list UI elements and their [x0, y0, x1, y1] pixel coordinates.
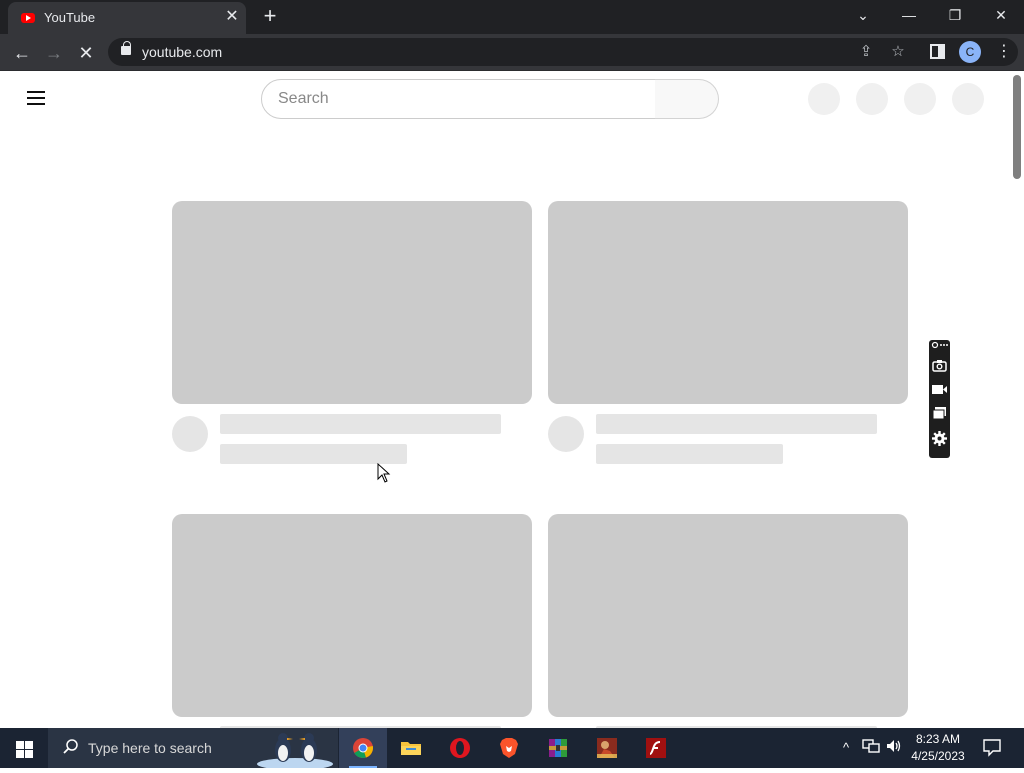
url-text[interactable]: youtube.com: [142, 44, 222, 60]
restore-button[interactable]: ❐: [932, 0, 978, 30]
forward-button[interactable]: →: [40, 39, 68, 67]
channel-avatar-skeleton: [548, 416, 584, 452]
windows-start-button[interactable]: [0, 728, 48, 768]
topbar-placeholder-icon: [904, 83, 936, 115]
taskbar-file-explorer[interactable]: [387, 728, 435, 768]
flash-icon: [646, 738, 666, 758]
windows-icon[interactable]: [931, 405, 948, 422]
minimize-button[interactable]: —: [886, 0, 932, 30]
brave-lion-icon: [500, 738, 518, 758]
bookmark-star-icon[interactable]: ☆: [887, 41, 909, 63]
tab-close-icon[interactable]: ✕: [222, 7, 242, 27]
capture-extension-toolbar: [929, 340, 950, 458]
browser-toolbar: ← → ✕ youtube.com ⇪ ☆: [0, 34, 1024, 71]
show-hidden-icons-chevron[interactable]: ^: [836, 738, 856, 758]
taskbar-search-placeholder[interactable]: Type here to search: [88, 740, 212, 756]
game-app-icon: [597, 738, 617, 758]
link-icon[interactable]: [931, 341, 948, 351]
title-skeleton: [596, 414, 877, 434]
youtube-page: [0, 71, 1024, 728]
video-thumbnail-skeleton: [548, 514, 908, 717]
settings-icon[interactable]: [931, 430, 948, 447]
search-box[interactable]: [261, 79, 656, 119]
notification-center-icon[interactable]: [982, 737, 1002, 757]
taskbar-chrome[interactable]: [339, 728, 387, 768]
side-panel-icon[interactable]: [930, 44, 945, 59]
meta-skeleton: [220, 444, 407, 464]
search-icon: [62, 738, 80, 756]
address-bar[interactable]: youtube.com ⇪ ☆: [108, 38, 1018, 66]
hamburger-menu-icon[interactable]: [27, 91, 45, 105]
video-thumbnail-skeleton: [172, 201, 532, 404]
network-icon[interactable]: [861, 738, 881, 758]
opera-icon: [450, 738, 470, 758]
video-icon[interactable]: [931, 381, 948, 398]
tab-search-button[interactable]: ⌄: [840, 0, 886, 30]
video-thumbnail-skeleton: [172, 514, 532, 717]
share-icon[interactable]: ⇪: [855, 41, 877, 63]
folder-icon: [401, 742, 421, 755]
back-button[interactable]: ←: [8, 39, 36, 67]
browser-tab-youtube[interactable]: YouTube ✕: [8, 2, 246, 34]
taskbar-clock[interactable]: 8:23 AM 4/25/2023: [906, 731, 970, 765]
tab-title: YouTube: [44, 10, 96, 25]
browser-tab-bar: YouTube ✕ + ⌄ — ❐ ✕: [0, 0, 1024, 34]
search-input[interactable]: [278, 88, 638, 110]
winrar-icon: [549, 739, 567, 757]
taskbar-search-box[interactable]: Type here to search: [48, 728, 338, 770]
video-thumbnail-skeleton: [548, 201, 908, 404]
taskbar-game-app[interactable]: [583, 728, 631, 768]
title-skeleton: [220, 414, 501, 434]
profile-avatar[interactable]: C: [959, 41, 981, 63]
topbar-placeholder-icon: [856, 83, 888, 115]
close-window-button[interactable]: ✕: [978, 0, 1024, 30]
camera-icon[interactable]: [931, 357, 948, 374]
taskbar-brave[interactable]: [485, 728, 533, 768]
youtube-favicon-icon: [21, 13, 35, 23]
chrome-menu-icon[interactable]: ⋮: [996, 42, 1012, 62]
meta-skeleton: [596, 444, 783, 464]
lock-icon[interactable]: [121, 41, 131, 55]
chrome-icon: [353, 738, 373, 758]
windows-taskbar: Type here to search ^ 8:23 AM 4/25/2023: [0, 728, 1024, 770]
taskbar-winrar[interactable]: [534, 728, 582, 768]
topbar-placeholder-icon: [952, 83, 984, 115]
search-button[interactable]: [655, 79, 719, 119]
channel-avatar-skeleton: [172, 416, 208, 452]
scrollbar-thumb[interactable]: [1013, 75, 1021, 179]
new-tab-button[interactable]: +: [258, 5, 282, 29]
clock-date: 4/25/2023: [911, 749, 965, 763]
stop-loading-button[interactable]: ✕: [72, 39, 100, 67]
topbar-placeholder-icon: [808, 83, 840, 115]
taskbar-flash[interactable]: [632, 728, 680, 768]
taskbar-opera[interactable]: [436, 728, 484, 768]
clock-time: 8:23 AM: [915, 732, 961, 746]
volume-icon[interactable]: [884, 738, 904, 758]
search-highlight-illustration: [253, 730, 337, 770]
